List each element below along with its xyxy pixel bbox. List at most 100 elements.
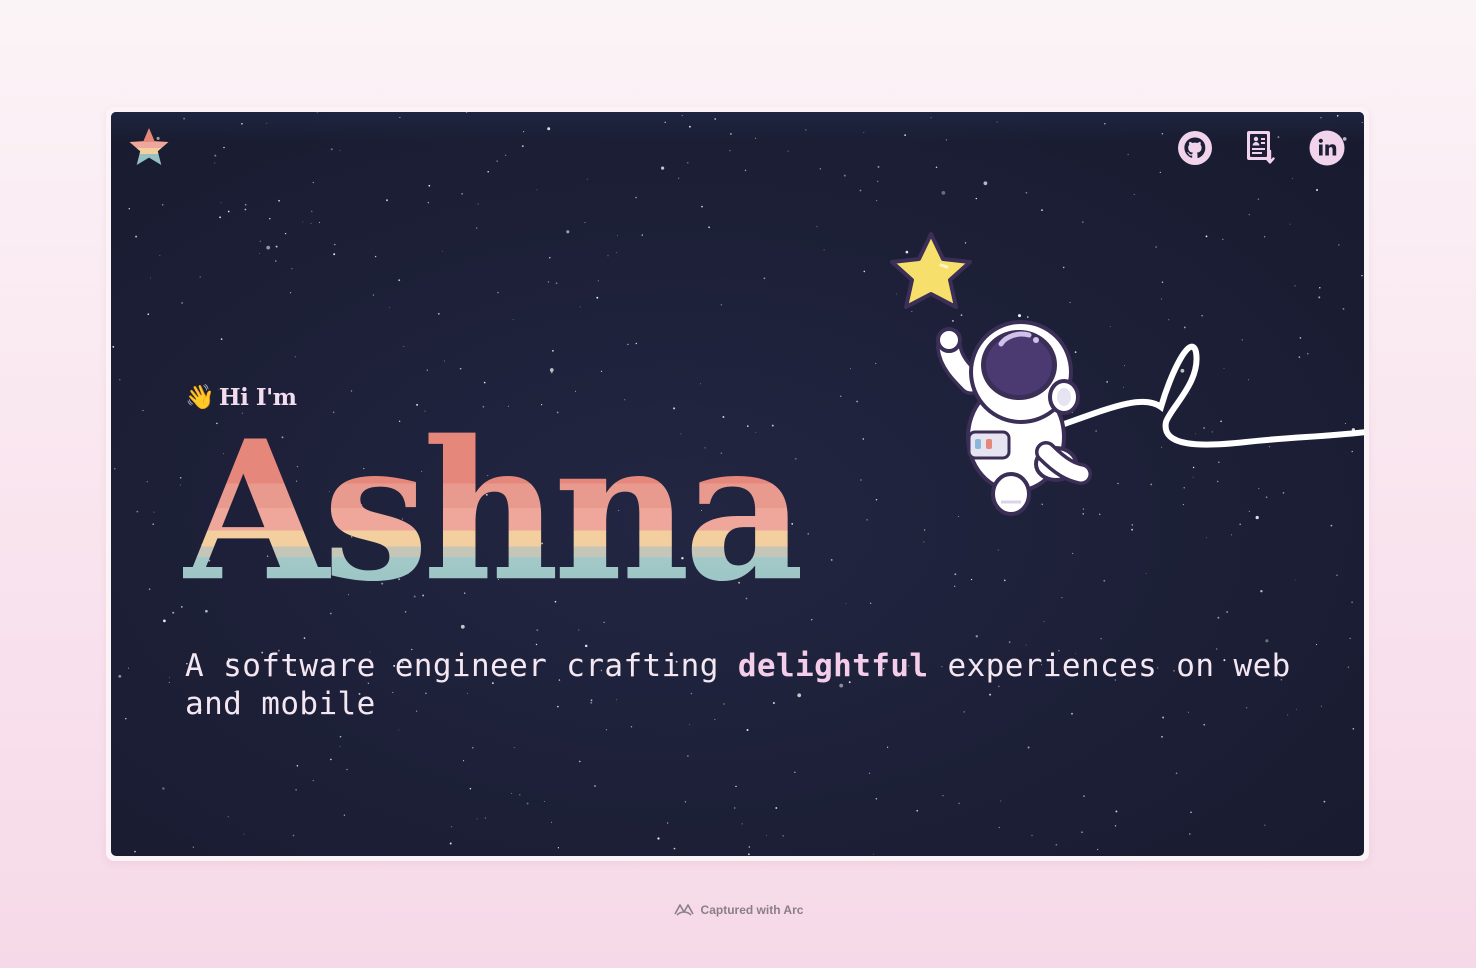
- star-dot: [1103, 579, 1106, 582]
- star-dot: [153, 511, 155, 513]
- star-dot: [635, 196, 637, 199]
- star-dot: [547, 127, 551, 131]
- star-dot: [1349, 637, 1351, 639]
- star-dot: [872, 853, 874, 855]
- star-dot: [549, 257, 551, 259]
- star-dot: [223, 146, 225, 149]
- star-dot: [744, 169, 747, 172]
- star-dot: [149, 277, 151, 279]
- star-dot: [118, 674, 122, 678]
- star-dot: [551, 349, 554, 352]
- star-dot: [536, 629, 539, 632]
- star-dot: [214, 154, 217, 157]
- star-dot: [701, 205, 703, 208]
- star-dot: [471, 746, 474, 749]
- star-dot: [1323, 800, 1326, 803]
- resume-download-icon[interactable]: [1242, 129, 1280, 167]
- star-dot: [579, 306, 581, 308]
- star-dot: [766, 834, 767, 836]
- star-dot: [551, 821, 552, 823]
- star-dot: [497, 291, 499, 294]
- star-dot: [1003, 579, 1006, 582]
- star-dot: [291, 268, 293, 270]
- star-dot: [1203, 723, 1206, 726]
- star-dot: [661, 166, 665, 170]
- star-dot: [1351, 601, 1353, 604]
- star-dot: [586, 178, 588, 180]
- star-dot: [699, 383, 701, 385]
- star-dot: [616, 252, 617, 253]
- star-dot: [266, 122, 268, 124]
- star-dot: [374, 255, 377, 258]
- star-dot: [594, 785, 596, 787]
- star-dot: [954, 585, 956, 587]
- star-dot: [1159, 171, 1161, 173]
- star-dot: [1265, 639, 1269, 643]
- star-dot: [290, 292, 292, 294]
- star-dot: [536, 189, 538, 191]
- star-dot: [1031, 835, 1033, 837]
- logo-star-icon[interactable]: [126, 125, 172, 171]
- star-dot: [119, 379, 121, 381]
- star-dot: [278, 199, 280, 202]
- star-dot: [512, 319, 514, 320]
- star-dot: [1316, 189, 1318, 191]
- star-dot: [460, 624, 465, 629]
- star-dot: [333, 253, 336, 256]
- star-dot: [1347, 666, 1350, 669]
- github-icon[interactable]: [1176, 129, 1214, 167]
- star-dot: [292, 834, 295, 837]
- star-dot: [269, 217, 271, 220]
- star-dot: [526, 802, 529, 805]
- star-dot: [596, 296, 599, 299]
- star-dot: [579, 760, 581, 763]
- star-dot: [294, 356, 296, 358]
- star-dot: [334, 243, 336, 246]
- star-dot: [1081, 831, 1083, 833]
- star-dot: [627, 343, 629, 346]
- star-dot: [688, 125, 691, 128]
- linkedin-icon[interactable]: [1308, 129, 1346, 167]
- star-dot: [916, 809, 918, 812]
- star-dot: [876, 180, 879, 183]
- star-dot: [575, 390, 576, 392]
- star-dot: [1114, 825, 1117, 827]
- star-dot: [477, 203, 479, 205]
- star-dot: [469, 787, 472, 790]
- star-dot: [513, 747, 515, 749]
- star-dot: [1127, 154, 1129, 156]
- star-dot: [227, 210, 230, 213]
- star-dot: [816, 226, 818, 228]
- star-dot: [296, 764, 299, 767]
- star-dot: [641, 234, 643, 236]
- star-dot: [152, 523, 154, 525]
- arc-logo-icon: [673, 904, 694, 916]
- star-dot: [183, 117, 186, 120]
- star-dot: [729, 150, 731, 152]
- star-dot: [388, 307, 390, 309]
- star-dot: [159, 254, 161, 256]
- star-dot: [630, 726, 633, 728]
- footer-caption: Captured with Arc: [0, 902, 1476, 918]
- star-dot: [935, 166, 938, 169]
- star-dot: [148, 588, 151, 590]
- star-dot: [666, 822, 669, 824]
- star-dot: [794, 771, 796, 773]
- star-dot: [192, 846, 194, 848]
- star-dot: [172, 611, 175, 614]
- star-dot: [875, 797, 878, 800]
- star-dot: [904, 134, 906, 136]
- star-dot: [259, 240, 261, 242]
- star-dot: [775, 807, 778, 809]
- star-dot: [866, 519, 868, 521]
- star-dot: [330, 758, 332, 761]
- star-dot: [136, 510, 139, 513]
- star-dot: [275, 260, 277, 262]
- star-dot: [1104, 123, 1106, 125]
- star-dot: [657, 837, 660, 840]
- star-dot: [635, 342, 637, 345]
- star-dot: [241, 122, 243, 125]
- star-dot: [555, 282, 558, 285]
- star-dot: [887, 746, 889, 748]
- star-dot: [1352, 728, 1355, 730]
